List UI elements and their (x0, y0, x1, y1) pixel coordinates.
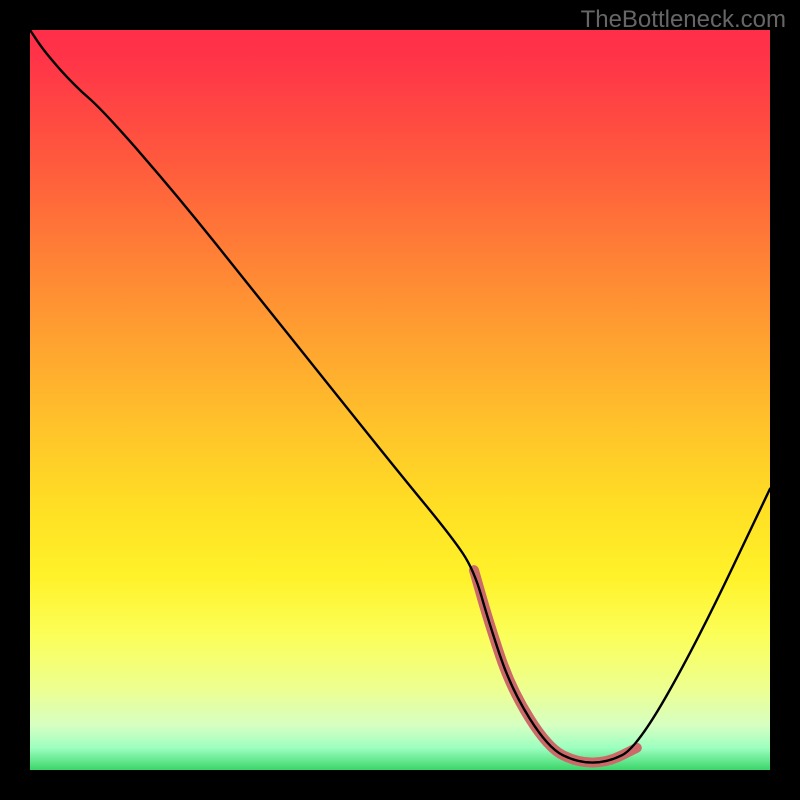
bottleneck-curve (30, 30, 770, 763)
highlight-segment (474, 570, 637, 762)
chart-root: TheBottleneck.com (0, 0, 800, 800)
plot-area (30, 30, 770, 770)
chart-svg (30, 30, 770, 770)
watermark-text: TheBottleneck.com (581, 6, 786, 34)
